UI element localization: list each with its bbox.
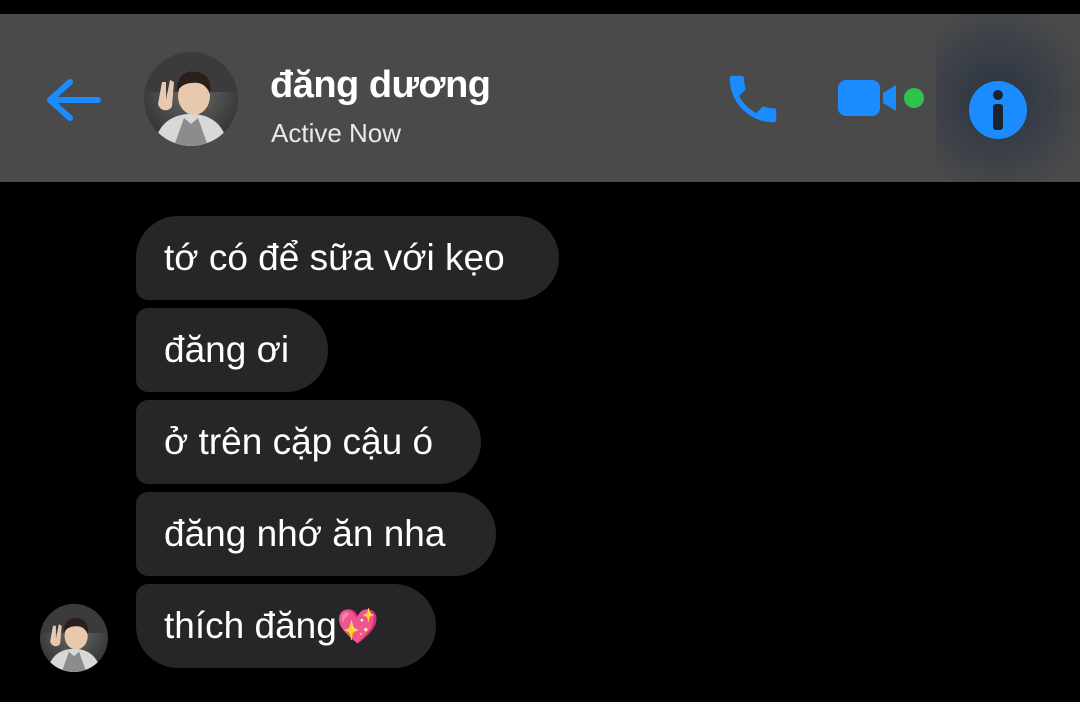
message-bubble[interactable]: thích đăng💖: [136, 584, 436, 668]
back-button[interactable]: [44, 76, 104, 124]
info-icon: [969, 81, 1027, 139]
back-arrow-icon: [47, 79, 101, 121]
message-bubble[interactable]: đăng ơi: [136, 308, 328, 392]
online-dot: [904, 88, 924, 108]
phone-icon: [729, 75, 777, 123]
active-status: Active Now: [271, 118, 402, 148]
message-text: đăng nhớ ăn nha: [164, 513, 446, 554]
message-text: thích đăng: [164, 605, 337, 646]
sender-avatar[interactable]: [40, 604, 108, 672]
avatar-photo: [144, 52, 238, 146]
contact-avatar[interactable]: [144, 52, 238, 146]
video-call-button[interactable]: [836, 76, 928, 120]
message-text: ở trên cặp cậu ó: [164, 421, 434, 462]
chat-header: đăng dương Active Now: [0, 14, 1080, 182]
message-text: đăng ơi: [164, 329, 290, 370]
call-button[interactable]: [722, 68, 784, 130]
message-bubble[interactable]: đăng nhớ ăn nha: [136, 492, 496, 576]
message-bubble[interactable]: ở trên cặp cậu ó: [136, 400, 481, 484]
message-bubble[interactable]: tớ có để sữa với kẹo: [136, 216, 559, 300]
status-bar-area: [0, 0, 1080, 14]
sparkling-heart-icon: 💖: [336, 607, 380, 647]
avatar-photo: [40, 604, 108, 672]
message-text: tớ có để sữa với kẹo: [164, 237, 505, 278]
contact-name[interactable]: đăng dương: [270, 64, 491, 107]
video-camera-icon: [838, 80, 924, 116]
info-button[interactable]: [968, 80, 1028, 140]
